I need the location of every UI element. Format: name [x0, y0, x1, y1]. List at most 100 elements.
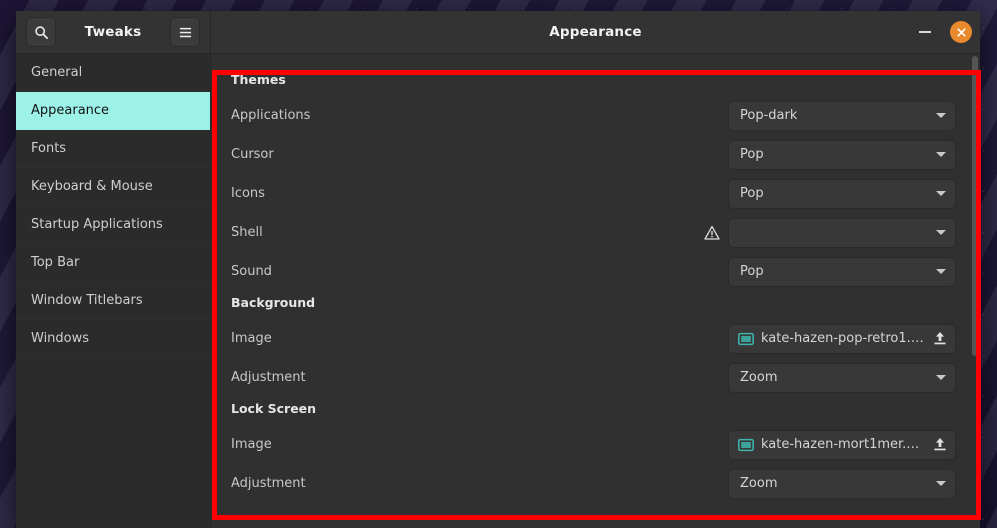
file-type-icon: [738, 331, 754, 347]
dropdown-sound[interactable]: Pop: [728, 256, 956, 287]
upload-icon: [934, 438, 946, 451]
sidebar-item-label: Windows: [31, 331, 90, 346]
dropdown-cursor[interactable]: Pop: [728, 139, 956, 170]
sidebar-item-windows[interactable]: Windows: [16, 320, 210, 358]
settings-row: Applications Pop-dark: [229, 96, 956, 135]
group-title-themes: Themes: [231, 72, 286, 87]
main-menu-button[interactable]: [170, 17, 200, 47]
setting-label: Adjustment: [231, 476, 306, 491]
settings-row: Image kate-hazen-mort1mer.png: [229, 425, 956, 464]
settings-row: Sound Pop: [229, 252, 956, 291]
settings-groups: Themes Applications Pop-dark Cursor Pop Icons…: [229, 68, 956, 503]
file-type-icon: [738, 437, 754, 453]
settings-row: Icons Pop: [229, 174, 956, 213]
chevron-down-icon: [936, 113, 946, 118]
minimize-icon: [919, 31, 931, 33]
chevron-down-icon: [936, 152, 946, 157]
dropdown-icons[interactable]: Pop: [728, 178, 956, 209]
dropdown-value: Zoom: [740, 370, 778, 385]
sidebar-item-general[interactable]: General: [16, 54, 210, 92]
search-button[interactable]: [26, 17, 56, 47]
setting-control-group: [704, 217, 956, 248]
window-controls: [914, 11, 972, 53]
setting-control-group: Pop: [728, 178, 956, 209]
open-file-button[interactable]: [933, 437, 947, 452]
settings-content-pane: Themes Applications Pop-dark Cursor Pop Icons…: [211, 54, 980, 528]
sidebar-item-fonts[interactable]: Fonts: [16, 130, 210, 168]
window-titlebar: Tweaks Appearance: [16, 11, 980, 54]
open-file-button[interactable]: [933, 331, 947, 346]
sidebar-item-label: Window Titlebars: [31, 293, 143, 308]
setting-label: Shell: [231, 225, 263, 240]
setting-label: Sound: [231, 264, 272, 279]
sidebar-item-startup-applications[interactable]: Startup Applications: [16, 206, 210, 244]
setting-label: Applications: [231, 108, 311, 123]
setting-control-group: Zoom: [728, 468, 956, 499]
setting-label: Adjustment: [231, 370, 306, 385]
desktop-background: Tweaks Appearance General Appearance Fon…: [0, 0, 997, 528]
file-chooser-lock-screen[interactable]: kate-hazen-mort1mer.png: [728, 429, 956, 460]
search-icon: [34, 25, 48, 39]
chevron-down-icon: [936, 230, 946, 235]
dropdown-applications[interactable]: Pop-dark: [728, 100, 956, 131]
dropdown-shell[interactable]: [728, 217, 956, 248]
settings-row: Shell: [229, 213, 956, 252]
sidebar-item-label: Startup Applications: [31, 217, 163, 232]
page-title: Appearance: [549, 24, 642, 40]
sidebar-item-label: Top Bar: [31, 255, 80, 270]
titlebar-main-section: Appearance: [211, 11, 980, 53]
chevron-down-icon: [936, 191, 946, 196]
sidebar-item-keyboard-mouse[interactable]: Keyboard & Mouse: [16, 168, 210, 206]
close-button[interactable]: [950, 21, 972, 43]
window-body: General Appearance Fonts Keyboard & Mouse St…: [16, 54, 980, 528]
tweaks-window: Tweaks Appearance General Appearance Fon…: [16, 11, 980, 528]
scrollbar-thumb[interactable]: [972, 56, 978, 356]
setting-label: Icons: [231, 186, 265, 201]
image-thumbnail-icon: [738, 332, 754, 345]
setting-control-group: Zoom: [728, 362, 956, 393]
content-scrollbar[interactable]: [971, 54, 979, 528]
sidebar-nav: General Appearance Fonts Keyboard & Mouse St…: [16, 54, 211, 528]
sidebar-item-appearance[interactable]: Appearance: [16, 92, 210, 130]
settings-row: Cursor Pop: [229, 135, 956, 174]
file-name-label: kate-hazen-mort1mer.png: [761, 437, 926, 452]
dropdown-adjustment[interactable]: Zoom: [728, 362, 956, 393]
close-icon: [956, 27, 966, 37]
setting-label: Cursor: [231, 147, 274, 162]
setting-control-group: kate-hazen-mort1mer.png: [728, 429, 956, 460]
sidebar-item-top-bar[interactable]: Top Bar: [16, 244, 210, 282]
warning-icon: [704, 225, 720, 240]
group-title-lock-screen: Lock Screen: [231, 401, 317, 416]
sidebar-item-label: Fonts: [31, 141, 67, 156]
file-name-label: kate-hazen-pop-retro1.png: [761, 331, 926, 346]
settings-row: Adjustment Zoom: [229, 464, 956, 503]
file-chooser-background[interactable]: kate-hazen-pop-retro1.png: [728, 323, 956, 354]
sidebar-item-label: General: [31, 65, 83, 80]
setting-control-group: Pop: [728, 139, 956, 170]
sidebar-item-label: Appearance: [31, 103, 110, 118]
settings-row: Adjustment Zoom: [229, 358, 956, 397]
dropdown-value: Pop: [740, 147, 764, 162]
chevron-down-icon: [936, 269, 946, 274]
sidebar-item-window-titlebars[interactable]: Window Titlebars: [16, 282, 210, 320]
minimize-button[interactable]: [914, 21, 936, 43]
dropdown-value: Pop-dark: [740, 108, 798, 123]
app-name-label: Tweaks: [84, 24, 142, 40]
image-thumbnail-icon: [738, 438, 754, 451]
setting-control-group: kate-hazen-pop-retro1.png: [728, 323, 956, 354]
upload-icon: [934, 332, 946, 345]
group-title-background: Background: [231, 295, 316, 310]
hamburger-menu-icon: [179, 27, 191, 37]
warning-indicator: [704, 225, 720, 241]
setting-control-group: Pop-dark: [728, 100, 956, 131]
dropdown-adjustment[interactable]: Zoom: [728, 468, 956, 499]
chevron-down-icon: [936, 375, 946, 380]
titlebar-left-section: Tweaks: [16, 11, 211, 53]
setting-label: Image: [231, 437, 272, 452]
setting-control-group: Pop: [728, 256, 956, 287]
setting-label: Image: [231, 331, 272, 346]
settings-row: Image kate-hazen-pop-retro1.png: [229, 319, 956, 358]
sidebar-item-label: Keyboard & Mouse: [31, 179, 153, 194]
dropdown-value: Pop: [740, 186, 764, 201]
dropdown-value: Zoom: [740, 476, 778, 491]
